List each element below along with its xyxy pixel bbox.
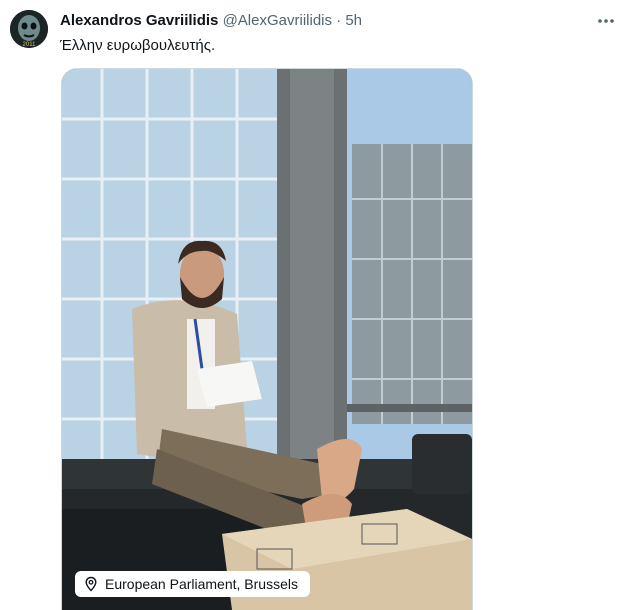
location-label: European Parliament, Brussels (105, 576, 298, 592)
author-name[interactable]: Alexandros Gavriilidis (60, 12, 218, 29)
tweet-photo[interactable] (61, 68, 473, 610)
tweet-header: Alexandros Gavriilidis @AlexGavriilidis … (60, 12, 362, 30)
avatar[interactable]: 2011 (10, 10, 48, 48)
location-tag[interactable]: European Parliament, Brussels (75, 571, 310, 597)
photo-office-scene (62, 69, 472, 610)
more-dots-icon[interactable] (596, 13, 616, 29)
tweet-time[interactable]: 5h (345, 12, 362, 29)
tweet: 2011 Alexandros Gavriilidis @AlexGavriil… (0, 0, 640, 610)
separator: · (336, 12, 342, 29)
avatar-caption: 2011 (23, 42, 37, 48)
author-handle[interactable]: @AlexGavriilidis (223, 12, 332, 29)
tweet-text: Έλλην ευρωβουλευτής. (60, 37, 216, 54)
location-pin-icon (85, 576, 97, 592)
avatar-image: 2011 (10, 10, 48, 48)
